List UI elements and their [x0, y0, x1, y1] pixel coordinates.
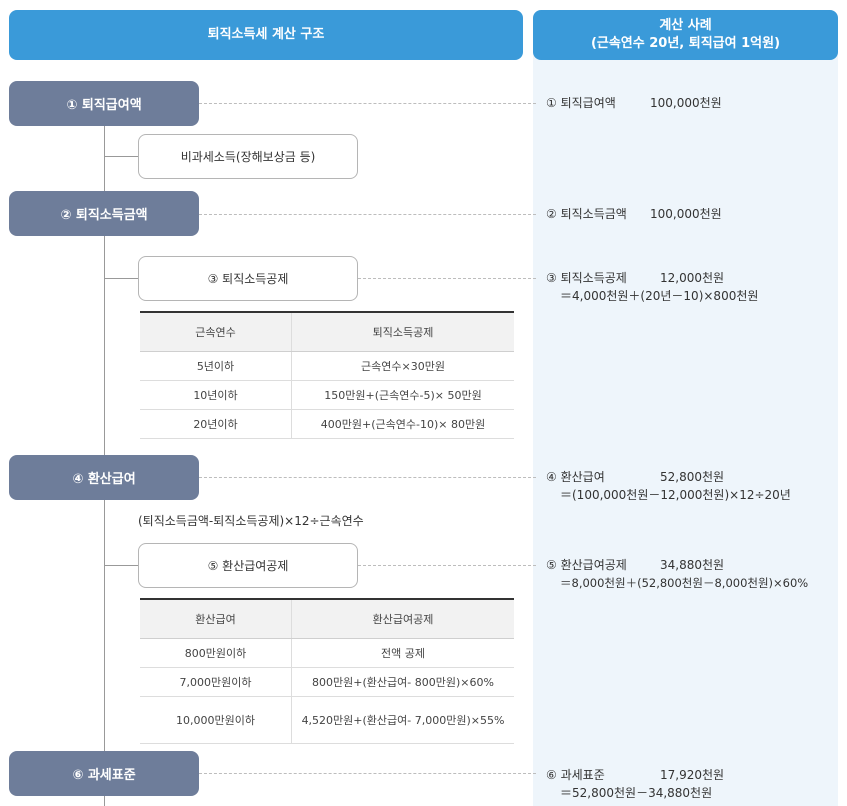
table-cell: 7,000만원이하 [140, 667, 292, 697]
converted-deduction-table: 환산급여 환산급여공제 800만원이하 전액 공제 7,000만원이하 800만… [140, 598, 514, 744]
case-5-formula: ＝8,000천원＋(52,800천원－8,000천원)×60% [560, 576, 809, 590]
table-cell: 5년이하 [140, 351, 292, 381]
guide-3 [358, 278, 536, 279]
table-row: 20년이하 400만원+(근속연수-10)× 80만원 [140, 409, 514, 439]
table-row: 7,000만원이하 800만원+(환산급여- 800만원)×60% [140, 667, 514, 697]
step-2-box: ② 퇴직소득금액 [9, 191, 199, 236]
table-cell: 10년이하 [140, 380, 292, 410]
case-1-label: ① 퇴직급여액 [546, 96, 616, 110]
connector-nontax [104, 156, 138, 157]
guide-4 [199, 477, 536, 478]
retirement-deduction-table: 근속연수 퇴직소득공제 5년이하 근속연수×30만원 10년이하 150만원+(… [140, 311, 514, 439]
guide-5 [358, 565, 536, 566]
table-header: 근속연수 [140, 312, 292, 352]
case-6-formula: ＝52,800천원－34,880천원 [560, 786, 713, 800]
step-1-box: ① 퇴직급여액 [9, 81, 199, 126]
guide-2 [199, 214, 536, 215]
right-header-subtitle: (근속연수 20년, 퇴직급여 1억원) [590, 36, 781, 51]
case-3-formula: ＝4,000천원＋(20년－10)×800천원 [560, 289, 759, 303]
table-header-row: 근속연수 퇴직소득공제 [140, 312, 514, 352]
step-6-box: ⑥ 과세표준 [9, 751, 199, 796]
case-2-label: ② 퇴직소득금액 [546, 207, 627, 221]
case-4-label: ④ 환산급여 [546, 470, 605, 484]
case-6-amount: 17,920천원 [660, 768, 725, 782]
right-panel [533, 30, 838, 806]
table-row: 800만원이하 전액 공제 [140, 638, 514, 668]
table-row: 10년이하 150만원+(근속연수-5)× 50만원 [140, 380, 514, 410]
table-cell: 20년이하 [140, 409, 292, 439]
table-header: 환산급여공제 [291, 599, 514, 639]
connector-step3 [104, 278, 138, 279]
table-row: 5년이하 근속연수×30만원 [140, 351, 514, 381]
case-5-amount: 34,880천원 [660, 558, 725, 572]
converted-pay-formula: (퇴직소득금액-퇴직소득공제)×12÷근속연수 [138, 514, 364, 528]
step-3-box: ③ 퇴직소득공제 [138, 256, 358, 301]
connector-step5 [104, 565, 138, 566]
case-3-amount: 12,000천원 [660, 271, 725, 285]
case-3: ③ 퇴직소득공제 12,000천원 ＝4,000천원＋(20년－10)×800천… [546, 269, 758, 305]
left-header: 퇴직소득세 계산 구조 [9, 10, 523, 60]
table-header: 환산급여 [140, 599, 292, 639]
step-4-box: ④ 환산급여 [9, 455, 199, 500]
table-cell: 10,000만원이하 [140, 696, 292, 744]
left-header-title: 퇴직소득세 계산 구조 [207, 27, 325, 42]
right-header-title: 계산 사례 [659, 18, 712, 33]
case-2: ② 퇴직소득금액 100,000천원 [546, 205, 722, 223]
case-6: ⑥ 과세표준 17,920천원 ＝52,800천원－34,880천원 [546, 766, 724, 802]
table-cell: 800만원이하 [140, 638, 292, 668]
case-4-formula: ＝(100,000천원－12,000천원)×12÷20년 [560, 488, 791, 502]
guide-1 [199, 103, 536, 104]
table-cell: 근속연수×30만원 [291, 351, 514, 381]
case-4-amount: 52,800천원 [660, 470, 725, 484]
table-header-row: 환산급여 환산급여공제 [140, 599, 514, 639]
case-1: ① 퇴직급여액 100,000천원 [546, 94, 722, 112]
case-1-amount: 100,000천원 [650, 96, 722, 110]
table-cell: 800만원+(환산급여- 800만원)×60% [291, 667, 514, 697]
nontax-income-box: 비과세소득(장해보상금 등) [138, 134, 358, 179]
table-cell: 4,520만원+(환산급여- 7,000만원)×55% [291, 696, 514, 744]
case-5: ⑤ 환산급여공제 34,880천원 ＝8,000천원＋(52,800천원－8,0… [546, 556, 808, 592]
case-4: ④ 환산급여 52,800천원 ＝(100,000천원－12,000천원)×12… [546, 468, 791, 504]
case-6-label: ⑥ 과세표준 [546, 768, 605, 782]
case-2-amount: 100,000천원 [650, 207, 722, 221]
table-cell: 400만원+(근속연수-10)× 80만원 [291, 409, 514, 439]
table-cell: 전액 공제 [291, 638, 514, 668]
case-3-label: ③ 퇴직소득공제 [546, 271, 627, 285]
right-header: 계산 사례 (근속연수 20년, 퇴직급여 1억원) [533, 10, 838, 60]
case-5-label: ⑤ 환산급여공제 [546, 558, 627, 572]
table-row: 10,000만원이하 4,520만원+(환산급여- 7,000만원)×55% [140, 696, 514, 744]
table-cell: 150만원+(근속연수-5)× 50만원 [291, 380, 514, 410]
table-header: 퇴직소득공제 [291, 312, 514, 352]
step-5-box: ⑤ 환산급여공제 [138, 543, 358, 588]
guide-6 [199, 773, 536, 774]
